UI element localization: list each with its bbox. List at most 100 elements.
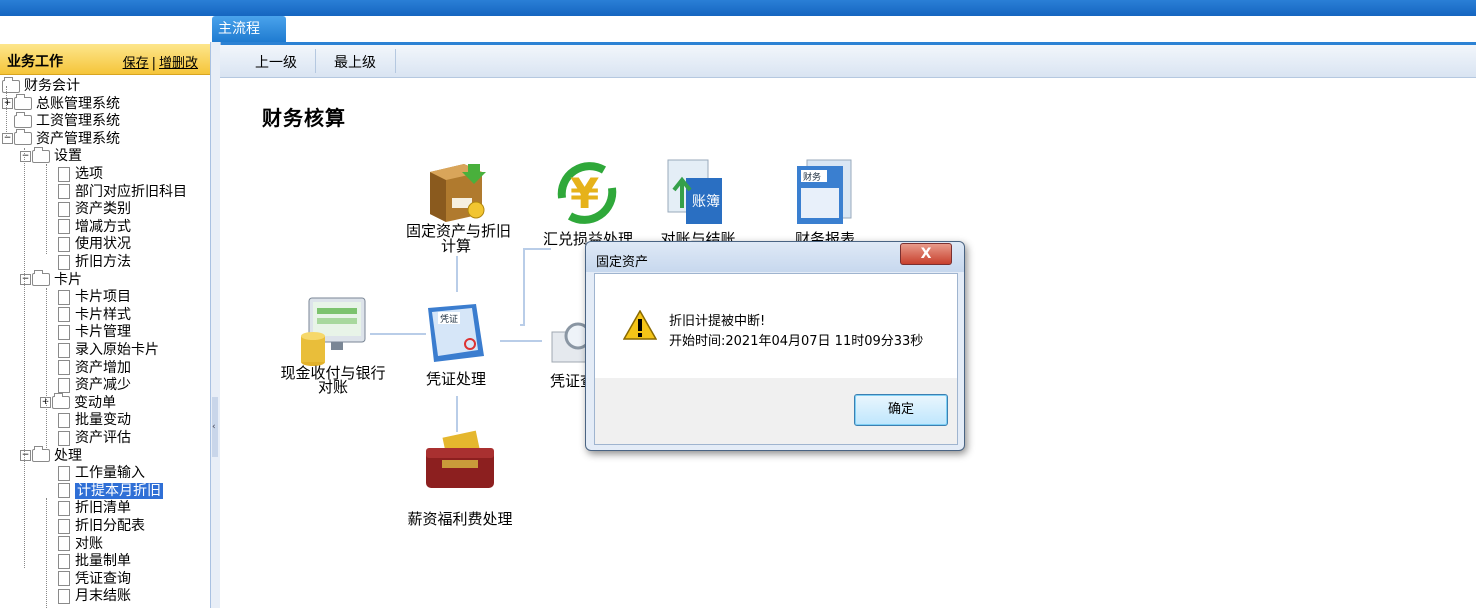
tree-item[interactable]: 批量制单 [58, 553, 131, 570]
tree-item[interactable]: 卡片管理 [58, 324, 131, 341]
folder-icon [32, 270, 50, 287]
currency-exchange-icon: ¥ [557, 162, 617, 224]
tree-item-label: 处理 [54, 447, 82, 464]
document-icon [58, 536, 70, 552]
tree-item[interactable]: + 总账管理系统 [2, 94, 120, 113]
tree-item[interactable]: 资产类别 [58, 201, 131, 218]
tree-toggle-icon[interactable]: − [20, 150, 31, 162]
dialog-titlebar[interactable]: 固定资产 X [586, 242, 964, 272]
tree-item[interactable]: 工作量输入 [58, 465, 145, 482]
payroll-node[interactable]: 薪资福利费处理 [400, 430, 520, 530]
tab-main-flow[interactable]: 主流程 [212, 16, 286, 42]
collapse-grip-icon[interactable]: ‹ [212, 397, 218, 457]
tree-item[interactable]: 资产增加 [58, 360, 131, 377]
tree-item[interactable]: 折旧清单 [58, 500, 131, 517]
voucher-label: 凭证处理 [425, 370, 486, 388]
tree-item[interactable]: − 设置 [20, 146, 82, 165]
tree-item[interactable]: − 资产管理系统 [2, 129, 120, 148]
tree-guide-line [24, 148, 25, 568]
document-icon [58, 465, 70, 481]
title-bar [0, 0, 1476, 16]
tree-item[interactable]: 录入原始卡片 [58, 342, 159, 359]
tree-item[interactable]: 卡片项目 [58, 289, 131, 306]
save-link[interactable]: 保存 [123, 56, 149, 71]
document-icon [58, 184, 70, 200]
tree-item[interactable]: + 变动单 [40, 393, 116, 412]
ledger-icon-text: 账簿 [692, 194, 720, 210]
sidebar: 业务工作 保存 | 增删改 财务会计 + 总账管理系统 工资管理系统 − 资产管理系统 − 设置选… [0, 42, 211, 608]
tree-item[interactable]: − 处理 [20, 446, 82, 465]
flow-arrow [523, 248, 525, 326]
tree-toggle-icon[interactable]: − [20, 274, 31, 286]
fx-node[interactable]: ¥ 汇兑损益处理 [538, 158, 638, 248]
document-icon [58, 236, 70, 252]
tree-guide-line [46, 288, 47, 448]
tree-item-label: 资产管理系统 [36, 130, 120, 147]
sidebar-header: 业务工作 保存 | 增删改 [0, 44, 210, 75]
tree-toggle-icon[interactable]: − [2, 133, 13, 145]
report-icon: 财务 [797, 159, 852, 224]
tree-item[interactable]: 凭证查询 [58, 571, 131, 588]
tree-item-label: 卡片项目 [75, 289, 131, 306]
tree-toggle-icon[interactable]: + [2, 98, 13, 110]
voucher-node[interactable]: 凭证 凭证处理 [406, 300, 506, 396]
tree-item-label: 批量制单 [75, 553, 131, 570]
tree-item[interactable]: 月末结账 [58, 588, 131, 605]
tree-guide-line [46, 498, 47, 608]
document-icon [58, 166, 70, 182]
document-icon [58, 518, 70, 534]
tree-item[interactable]: 选项 [58, 166, 103, 183]
reconcile-node[interactable]: 账簿 对账与结账 [648, 158, 748, 248]
tree-item[interactable]: 对账 [58, 536, 103, 553]
up-one-level-button[interactable]: 上一级 [255, 52, 297, 72]
tree-item[interactable]: 计提本月折旧 [58, 482, 163, 500]
toolbar: 上一级 最上级 [220, 45, 1476, 78]
tree-item-label: 工资管理系统 [36, 113, 120, 130]
cash-bank-node[interactable]: 现金收付与银行 对账 [275, 296, 391, 396]
tree-item[interactable]: 增减方式 [58, 219, 131, 236]
tree-item[interactable]: 批量变动 [58, 412, 131, 429]
tree-item-label: 工作量输入 [75, 465, 145, 482]
tree-item[interactable]: 折旧分配表 [58, 518, 145, 535]
tree-item[interactable]: − 卡片 [20, 270, 82, 289]
report-icon-text: 财务 [803, 171, 821, 183]
ledger-icon: 账簿 [667, 159, 722, 224]
tree-item-label: 变动单 [74, 394, 116, 411]
toolbar-divider [395, 49, 396, 73]
edit-link[interactable]: 增删改 [159, 56, 198, 71]
warning-icon [623, 310, 657, 340]
tree-item[interactable]: 资产减少 [58, 377, 131, 394]
top-level-button[interactable]: 最上级 [334, 52, 376, 72]
ok-button[interactable]: 确定 [854, 394, 948, 426]
tree-item-label: 部门对应折旧科目 [75, 183, 187, 200]
tree-item-label: 资产评估 [75, 430, 131, 446]
tree-toggle-icon[interactable]: − [20, 450, 31, 462]
folder-icon [2, 76, 20, 93]
reports-node[interactable]: 财务 财务报表 [775, 158, 875, 248]
tree-item-label: 录入原始卡片 [75, 342, 159, 358]
tree-item-label: 月末结账 [75, 588, 131, 605]
dialog-message: 折旧计提被中断! [669, 314, 766, 329]
flow-arrow [456, 256, 458, 292]
tree-item-label: 卡片 [54, 271, 82, 288]
tree-item[interactable]: 财务会计 [2, 76, 80, 95]
tree-item-label: 财务会计 [24, 78, 80, 94]
alert-dialog: 固定资产 X 折旧计提被中断! 开始时间:2021年04月07日 11时09分3… [585, 241, 965, 451]
tree-item[interactable]: 资产评估 [58, 430, 131, 447]
tree-item-label: 增减方式 [75, 218, 131, 235]
tree-item-label: 对账 [75, 535, 103, 552]
dialog-start-time: 开始时间:2021年04月07日 11时09分33秒 [669, 334, 924, 349]
tree-item[interactable]: 折旧方法 [58, 254, 131, 271]
tree-item[interactable]: 部门对应折旧科目 [58, 184, 187, 201]
tab-strip: 主流程 [0, 16, 1476, 42]
close-icon[interactable]: X [900, 243, 952, 265]
tree-item[interactable]: 卡片样式 [58, 307, 131, 324]
flow-arrow [500, 340, 542, 342]
svg-text:¥: ¥ [570, 169, 599, 218]
fixed-assets-node[interactable]: 固定资产与折旧 计算 [406, 158, 511, 258]
document-icon [58, 254, 70, 270]
tree-item[interactable]: 工资管理系统 [2, 111, 120, 130]
tree-item-label: 折旧分配表 [75, 518, 145, 534]
folder-icon [32, 446, 50, 463]
tree-item[interactable]: 使用状况 [58, 236, 131, 253]
